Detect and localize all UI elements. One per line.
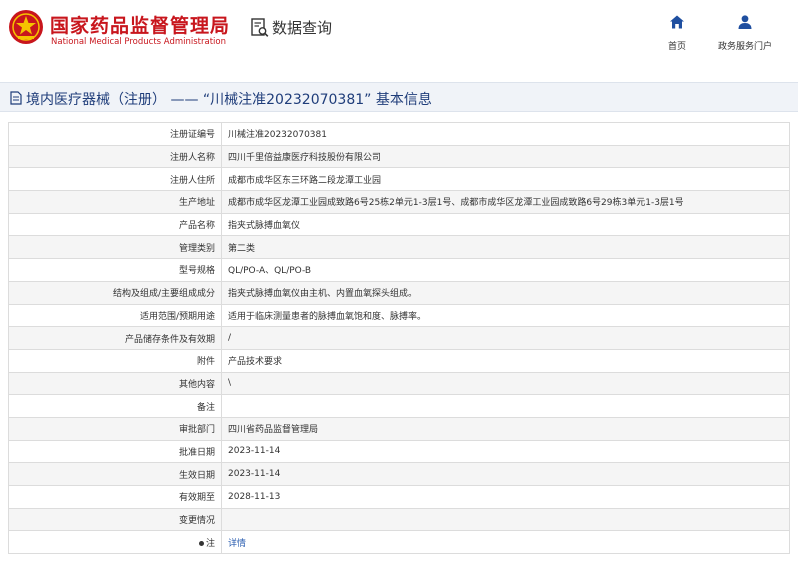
national-emblem-icon	[9, 10, 43, 44]
table-row: 生效日期 2023-11-14	[8, 462, 790, 486]
field-value: 成都市成华区东三环路二段龙潭工业园	[221, 167, 790, 192]
field-label: 结构及组成/主要组成成分	[8, 280, 222, 305]
field-label: 产品储存条件及有效期	[8, 326, 222, 350]
field-value: 2023-11-14	[221, 439, 790, 464]
field-value: 四川省药品监督管理局	[221, 416, 790, 441]
agency-name-cn: 国家药品监督管理局	[50, 15, 231, 37]
table-row: 注册人住所 成都市成华区东三环路二段龙潭工业园	[8, 167, 790, 192]
details-link[interactable]: 详情	[228, 539, 246, 549]
field-label: 附件	[8, 348, 222, 373]
field-value: 指夹式脉搏血氧仪由主机、内置血氧探头组成。	[221, 280, 790, 305]
table-row: 批准日期 2023-11-14	[8, 439, 790, 464]
home-icon	[670, 15, 684, 29]
table-row: 适用范围/预期用途 适用于临床测量患者的脉搏血氧饱和度、脉搏率。	[8, 303, 790, 328]
field-label: 适用范围/预期用途	[8, 303, 222, 328]
agency-name-en: National Medical Products Administration	[51, 37, 226, 47]
field-value: 成都市成华区龙潭工业园成致路6号25栋2单元1-3层1号、成都市成华区龙潭工业园…	[221, 190, 790, 214]
field-label: 型号规格	[8, 258, 222, 282]
site-header: 国家药品监督管理局 National Medical Products Admi…	[0, 0, 798, 68]
table-row: 备注	[8, 394, 790, 418]
field-label: 批准日期	[8, 439, 222, 464]
field-label: 变更情况	[8, 507, 222, 532]
table-row: 型号规格 QL/PO-A、QL/PO-B	[8, 258, 790, 282]
field-value: 指夹式脉搏血氧仪	[221, 212, 790, 237]
field-value: 2028-11-13	[221, 485, 790, 509]
field-value	[221, 394, 790, 418]
field-label: 管理类别	[8, 235, 222, 260]
field-label: 备注	[8, 394, 222, 418]
nav-home-label: 首页	[667, 42, 686, 52]
page-title: 境内医疗器械（注册） —— “川械注准20232070381” 基本信息	[26, 92, 432, 108]
field-label: 注册证编号	[8, 122, 222, 146]
document-icon	[10, 91, 22, 105]
page-title-bar: 境内医疗器械（注册） —— “川械注准20232070381” 基本信息	[0, 82, 798, 112]
field-label: 审批部门	[8, 416, 222, 441]
table-row: 注册人名称 四川千里倍益康医疗科技股份有限公司	[8, 144, 790, 169]
field-value: 适用于临床测量患者的脉搏血氧饱和度、脉搏率。	[221, 303, 790, 328]
field-value: 产品技术要求	[221, 348, 790, 373]
field-value-note: 详情	[221, 530, 790, 555]
user-icon	[738, 15, 752, 29]
field-value: \	[221, 371, 790, 396]
table-row: 审批部门 四川省药品监督管理局	[8, 416, 790, 441]
nav-service-portal[interactable]: 政务服务门户	[712, 14, 778, 52]
field-label: 其他内容	[8, 371, 222, 396]
table-row: 有效期至 2028-11-13	[8, 485, 790, 509]
field-value	[221, 507, 790, 532]
note-icon	[198, 540, 204, 546]
table-row: 变更情况	[8, 507, 790, 532]
data-query-label[interactable]: 数据查询	[272, 17, 332, 38]
table-row: 管理类别 第二类	[8, 235, 790, 260]
registration-info-table: 注册证编号 川械注准20232070381 注册人名称 四川千里倍益康医疗科技股份有限…	[8, 122, 790, 555]
field-label: 注册人住所	[8, 167, 222, 192]
data-query-icon	[251, 18, 269, 37]
field-value: 四川千里倍益康医疗科技股份有限公司	[221, 144, 790, 169]
table-row: 其他内容 \	[8, 371, 790, 396]
table-row: 注册证编号 川械注准20232070381	[8, 122, 790, 146]
field-label: 生产地址	[8, 190, 222, 214]
field-value: 2023-11-14	[221, 462, 790, 486]
table-row: 产品名称 指夹式脉搏血氧仪	[8, 212, 790, 237]
nav-service-portal-label: 政务服务门户	[717, 42, 772, 52]
note-label: 注	[205, 538, 215, 549]
field-label: 注册人名称	[8, 144, 222, 169]
field-label-note: 注	[8, 530, 222, 555]
field-label: 有效期至	[8, 485, 222, 509]
table-row: 附件 产品技术要求	[8, 348, 790, 373]
field-value: 第二类	[221, 235, 790, 260]
table-row: 生产地址 成都市成华区龙潭工业园成致路6号25栋2单元1-3层1号、成都市成华区龙…	[8, 190, 790, 214]
field-value: QL/PO-A、QL/PO-B	[221, 258, 790, 282]
nav-home[interactable]: 首页	[664, 14, 690, 52]
table-row: 结构及组成/主要组成成分 指夹式脉搏血氧仪由主机、内置血氧探头组成。	[8, 280, 790, 305]
table-row: 产品储存条件及有效期 /	[8, 326, 790, 350]
field-label: 生效日期	[8, 462, 222, 486]
field-label: 产品名称	[8, 212, 222, 237]
field-value: /	[221, 326, 790, 350]
table-row-note: 注 详情	[8, 530, 790, 555]
field-value: 川械注准20232070381	[221, 122, 790, 146]
